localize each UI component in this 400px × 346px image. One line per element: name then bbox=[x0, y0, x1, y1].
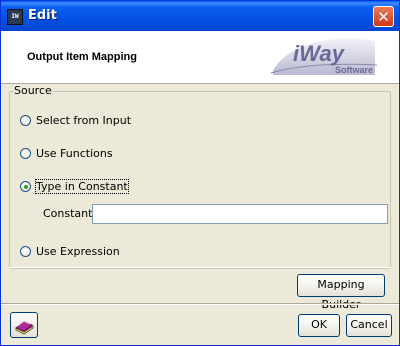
logo-brand: iWay bbox=[293, 41, 346, 66]
iway-software-logo: iWay Software bbox=[270, 38, 378, 75]
book-icon bbox=[15, 320, 34, 335]
radio-button[interactable] bbox=[20, 147, 31, 159]
radio-button[interactable] bbox=[20, 114, 31, 126]
radio-button[interactable] bbox=[20, 245, 31, 257]
source-legend: Source bbox=[13, 84, 53, 97]
header-title: Output Item Mapping bbox=[27, 51, 137, 63]
constant-label: Constant: bbox=[43, 207, 97, 220]
cancel-button[interactable]: Cancel bbox=[346, 314, 392, 337]
radio-label: Use Functions bbox=[36, 146, 113, 160]
app-icon: IW bbox=[7, 9, 23, 25]
ok-button[interactable]: OK bbox=[298, 314, 340, 337]
radio-label: Select from Input bbox=[36, 113, 132, 127]
radio-use-functions[interactable]: Use Functions bbox=[20, 146, 113, 160]
radio-use-expression[interactable]: Use Expression bbox=[20, 244, 120, 258]
close-button[interactable]: ✕ bbox=[373, 6, 394, 27]
header-panel: Output Item Mapping iWay Software bbox=[1, 31, 399, 84]
edit-dialog: IW Edit ✕ Output Item Mapping iWay Softw… bbox=[0, 0, 400, 346]
title-bar[interactable]: IW Edit ✕ bbox=[1, 1, 399, 31]
constant-input[interactable] bbox=[92, 204, 388, 224]
group-divider bbox=[9, 267, 391, 268]
window-title: Edit bbox=[28, 8, 57, 23]
radio-type-in-constant[interactable]: Type in Constant bbox=[20, 178, 129, 194]
radio-label: Use Expression bbox=[36, 244, 120, 258]
logo-tagline: Software bbox=[335, 65, 373, 75]
mapping-builder-button[interactable]: Mapping Builder bbox=[297, 274, 385, 311]
help-button[interactable] bbox=[10, 312, 38, 338]
radio-button-checked[interactable] bbox=[20, 180, 31, 192]
radio-select-from-input[interactable]: Select from Input bbox=[20, 113, 131, 127]
radio-label: Type in Constant bbox=[35, 178, 129, 194]
bottom-separator bbox=[1, 303, 399, 305]
